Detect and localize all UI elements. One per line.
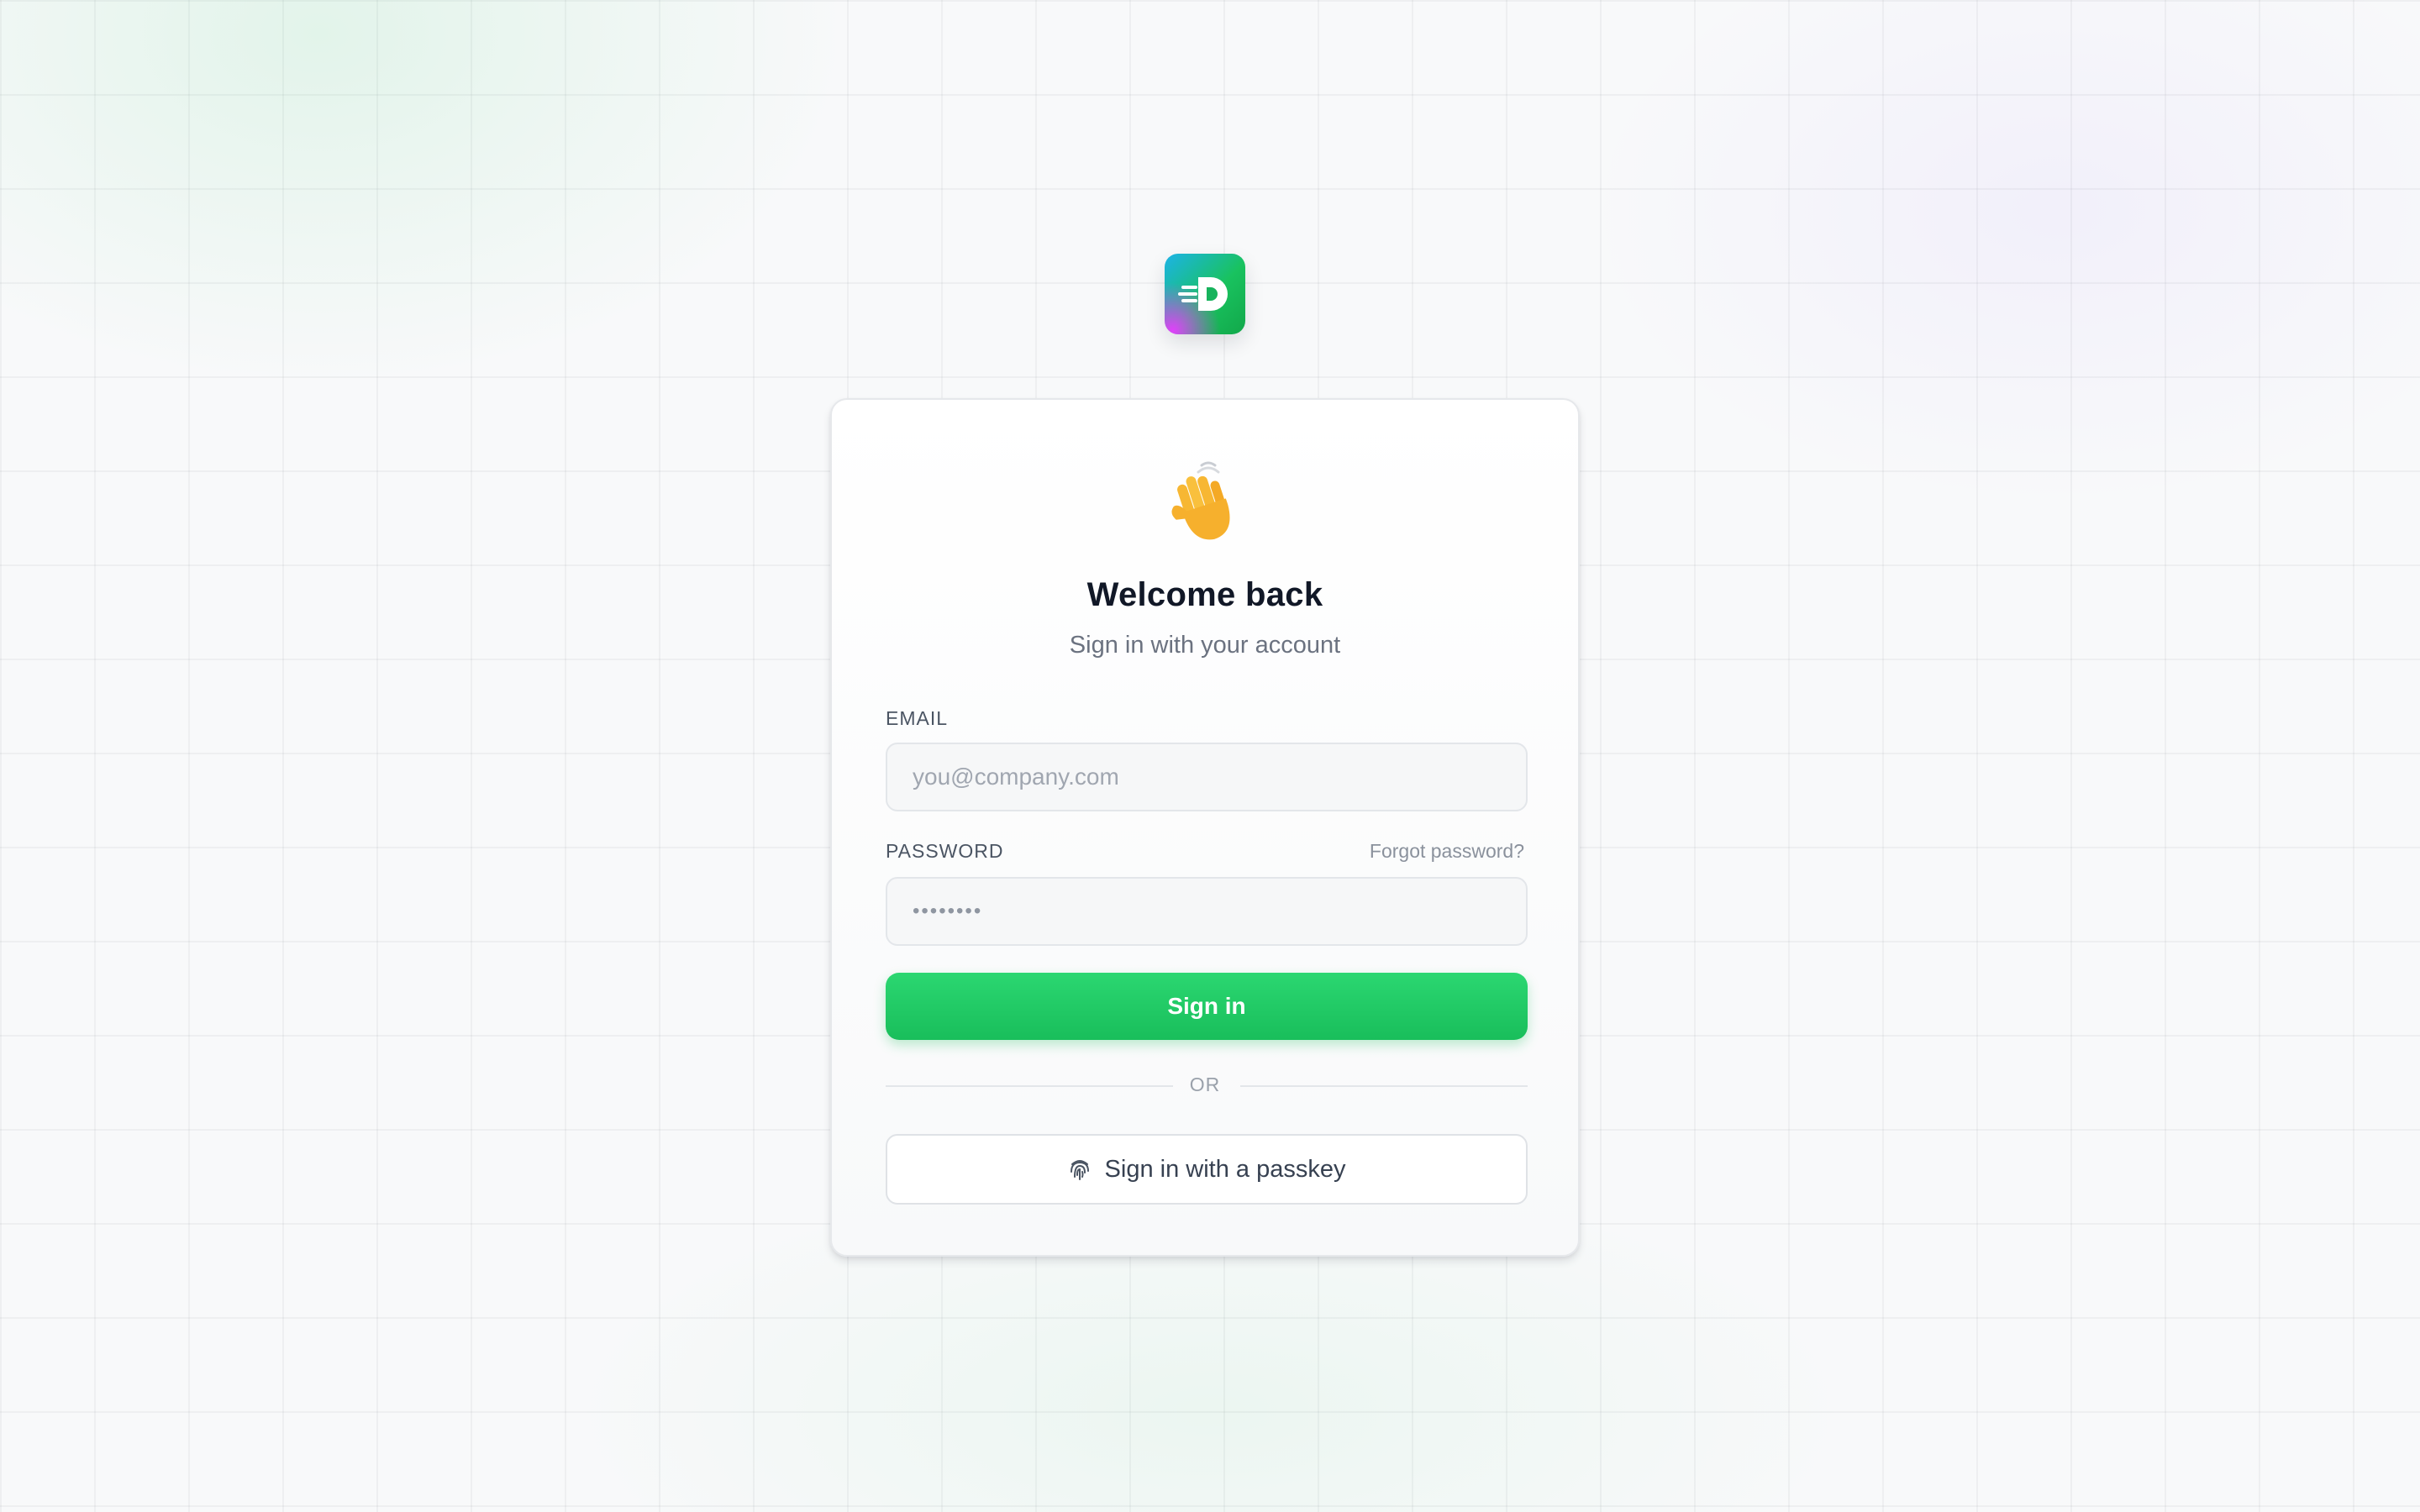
fingerprint-icon: [1068, 1157, 1092, 1182]
page-subtitle: Sign in with your account: [1069, 632, 1341, 659]
divider-line-right: [1240, 1085, 1528, 1087]
password-input[interactable]: ••••••••: [886, 877, 1528, 946]
waving-hand-icon: [832, 459, 1578, 555]
passkey-button-label: Sign in with a passkey: [1104, 1155, 1346, 1183]
forgot-password-link[interactable]: Forgot password?: [1370, 840, 1524, 863]
sign-in-card: Welcome back Sign in with your account E…: [830, 398, 1580, 1257]
d-logo-icon: [1165, 254, 1245, 334]
password-label: PASSWORD: [886, 840, 1004, 862]
email-input[interactable]: [886, 743, 1528, 811]
password-masked-value: ••••••••: [913, 900, 983, 922]
page-title: Welcome back: [1086, 576, 1323, 613]
email-label: EMAIL: [886, 707, 949, 729]
sign-in-button[interactable]: Sign in: [886, 973, 1528, 1040]
passkey-sign-in-button[interactable]: Sign in with a passkey: [886, 1134, 1528, 1205]
